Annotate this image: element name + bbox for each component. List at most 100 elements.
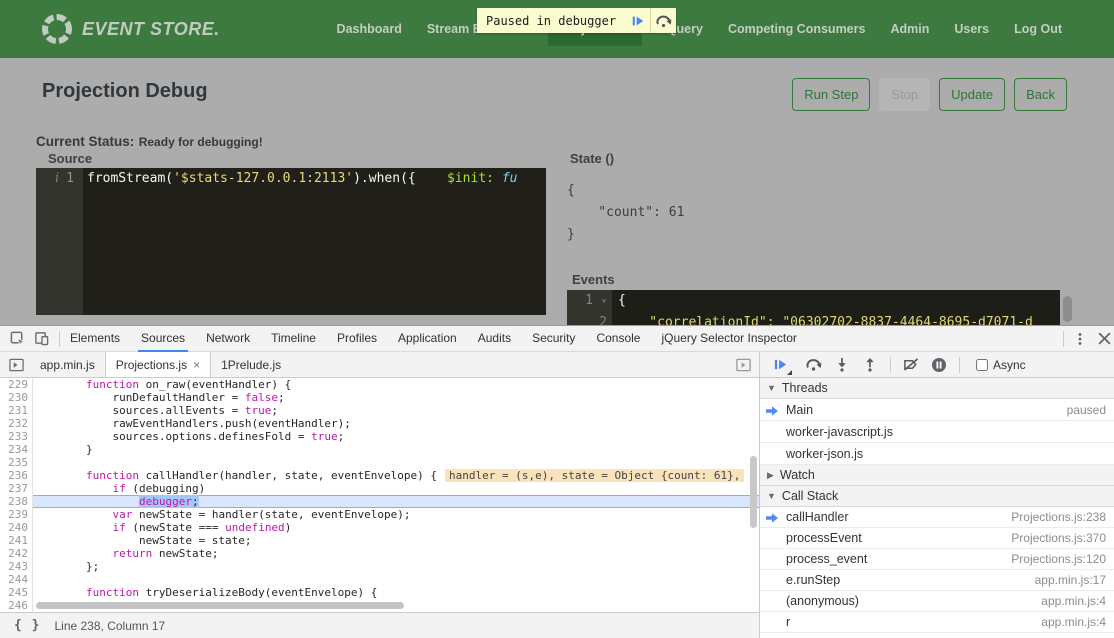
thread-row-main[interactable]: Mainpaused — [760, 399, 1114, 421]
line-number: 244 — [0, 573, 33, 586]
step-over-icon[interactable] — [806, 357, 822, 373]
keyword-token: debugger — [139, 495, 192, 508]
devtools-tab-sources[interactable]: Sources — [141, 326, 185, 352]
code-horizontal-scrollbar-thumb[interactable] — [36, 602, 404, 609]
header-buttons: Run StepStopUpdateBack — [792, 78, 1067, 111]
resume-icon[interactable] — [625, 8, 650, 33]
code-token: sources.allEvents = — [33, 404, 245, 417]
call-stack-frame-e-runstep[interactable]: e.runStepapp.min.js:17 — [760, 570, 1114, 591]
show-drawer-icon[interactable] — [735, 357, 751, 373]
devtools-tab-audits[interactable]: Audits — [478, 326, 511, 352]
step-into-icon[interactable] — [834, 357, 850, 373]
thread-row-worker-json-js[interactable]: worker-json.js — [760, 443, 1114, 465]
call-stack-frame-process-event[interactable]: process_eventProjections.js:120 — [760, 549, 1114, 570]
code-line-233: 233 sources.options.definesFold = true; — [0, 430, 759, 443]
code-token: newState = handler(state, eventEnvelope)… — [132, 508, 410, 521]
call-stack-frame-callhandler[interactable]: callHandlerProjections.js:238 — [760, 507, 1114, 528]
update-button[interactable]: Update — [939, 78, 1005, 111]
code-token: ; — [192, 495, 199, 508]
deactivate-breakpoints-icon[interactable] — [903, 357, 919, 373]
devtools-tab-network[interactable]: Network — [206, 326, 250, 352]
call-stack-frame--anonymous-[interactable]: (anonymous)app.min.js:4 — [760, 591, 1114, 612]
step-over-icon[interactable] — [651, 8, 676, 33]
devtools-tabs: Elements Sources Network Timeline Profiles Ap… — [70, 326, 818, 352]
line-number: 245 — [0, 586, 33, 599]
code-line-236: 236 function callHandler(handler, state,… — [0, 469, 759, 482]
file-tab-app-min-js[interactable]: app.min.js — [30, 352, 105, 377]
devtools-close-icon[interactable] — [1096, 331, 1112, 347]
code-line-231: 231 sources.allEvents = true; — [0, 404, 759, 417]
devtools-tab-timeline[interactable]: Timeline — [271, 326, 316, 352]
devtools-tab-jquery-selector-inspector[interactable]: jQuery Selector Inspector — [661, 326, 796, 352]
devtools-tab-application[interactable]: Application — [398, 326, 457, 352]
thread-row-worker-javascript-js[interactable]: worker-javascript.js — [760, 421, 1114, 443]
tabbar-right-divider — [1063, 331, 1064, 347]
pause-on-exceptions-icon[interactable] — [931, 357, 947, 373]
event-store-brand[interactable]: EVENT STORE. — [40, 12, 220, 46]
current-status: Current Status: Ready for debugging! — [36, 133, 263, 151]
show-navigator-icon[interactable] — [8, 357, 24, 373]
code-token — [33, 586, 86, 599]
devtools-tab-security[interactable]: Security — [532, 326, 575, 352]
code-token — [33, 469, 86, 482]
back-button[interactable]: Back — [1014, 78, 1067, 111]
debugger-sidebar: Async ▼ThreadsMainpausedworker-javascrip… — [760, 352, 1114, 638]
code-token: rawEventHandlers.push(eventHandler); — [33, 417, 351, 430]
devtools-tab-profiles[interactable]: Profiles — [337, 326, 377, 352]
code-line-245: 245 function tryDeserializeBody(eventEnv… — [0, 586, 759, 599]
events-editor[interactable]: 1 ▾{2 "correlationId": "06302702-8837-44… — [567, 290, 1060, 325]
status-label: Current Status: — [36, 134, 134, 149]
device-toolbar-icon[interactable] — [33, 331, 49, 347]
code-token: callHandler(handler, state, eventEnvelop… — [139, 469, 437, 482]
keyword-token: var — [112, 508, 132, 521]
pretty-print-icon[interactable]: { } — [14, 618, 40, 633]
call-stack-frame[interactable] — [760, 633, 1114, 638]
toolbar-divider-1 — [890, 357, 891, 373]
devtools-tab-elements[interactable]: Elements — [70, 326, 120, 352]
nav-item-admin[interactable]: Admin — [890, 22, 929, 36]
nav-item-dashboard[interactable]: Dashboard — [337, 22, 402, 36]
nav-item-users[interactable]: Users — [954, 22, 989, 36]
code-vertical-scrollbar-thumb[interactable] — [750, 456, 757, 528]
line-number: 232 — [0, 417, 33, 430]
code-line-text: if (debugging) — [33, 482, 759, 495]
paused-tooltip-text: Paused in debugger — [477, 8, 625, 33]
code-line-text: function callHandler(handler, state, eve… — [33, 469, 759, 482]
source-token-plain: fromStream( — [87, 171, 173, 186]
code-token: runDefaultHandler = — [33, 391, 245, 404]
keyword-token: if — [112, 482, 125, 495]
line-number: 235 — [0, 456, 33, 469]
call-stack-frame-r[interactable]: rapp.min.js:4 — [760, 612, 1114, 633]
nav-item-log-out[interactable]: Log Out — [1014, 22, 1062, 36]
step-out-icon[interactable] — [862, 357, 878, 373]
call-stack-section-header-title: Call Stack — [782, 489, 838, 503]
run-step-button[interactable]: Run Step — [792, 78, 870, 111]
keyword-token: function — [86, 586, 139, 599]
frame-function-name: r — [786, 615, 790, 629]
file-tab-1prelude-js[interactable]: 1Prelude.js — [211, 352, 291, 377]
event-store-logo-icon — [40, 12, 74, 46]
call-stack-frame-processevent[interactable]: processEventProjections.js:370 — [760, 528, 1114, 549]
frame-function-name: callHandler — [786, 510, 849, 524]
nav-item-competing-consumers[interactable]: Competing Consumers — [728, 22, 866, 36]
code-token: ) — [285, 521, 292, 534]
threads-section-header[interactable]: ▼Threads — [760, 378, 1114, 399]
call-stack-section-header[interactable]: ▼Call Stack — [760, 486, 1114, 507]
inspect-element-icon[interactable] — [9, 331, 25, 347]
source-code-line: fromStream('$stats-127.0.0.1:2113').when… — [83, 168, 517, 189]
devtools-more-menu-icon[interactable] — [1072, 331, 1088, 347]
fold-caret-icon[interactable]: ▾ — [595, 296, 607, 307]
resume-script-icon[interactable] — [772, 357, 788, 373]
file-tab-projections-js[interactable]: Projections.js× — [105, 352, 211, 377]
events-scrollbar-thumb[interactable] — [1063, 296, 1072, 322]
watch-section-header[interactable]: ▶Watch — [760, 465, 1114, 486]
file-tabs: app.min.jsProjections.js×1Prelude.js — [30, 352, 291, 377]
file-tab-close-icon[interactable]: × — [193, 358, 200, 372]
status-value: Ready for debugging! — [139, 135, 263, 149]
file-tabbar: app.min.jsProjections.js×1Prelude.js — [0, 352, 759, 378]
code-listing[interactable]: 229 function on_raw(eventHandler) {230 r… — [0, 378, 759, 612]
threads-section-header-title: Threads — [782, 381, 828, 395]
async-checkbox[interactable] — [976, 359, 988, 371]
source-code-editor[interactable]: i1 fromStream('$stats-127.0.0.1:2113').w… — [36, 168, 546, 315]
devtools-tab-console[interactable]: Console — [596, 326, 640, 352]
